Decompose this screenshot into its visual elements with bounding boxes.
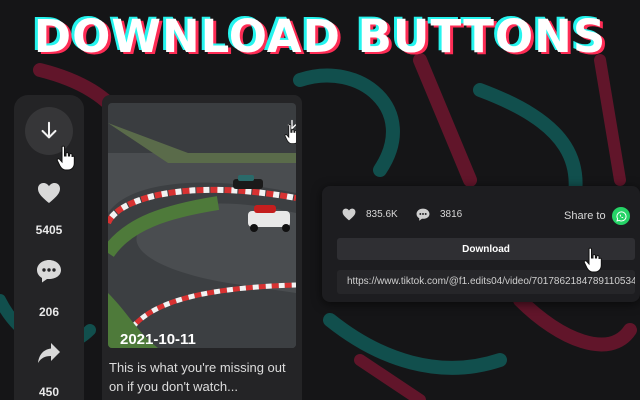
comment-button[interactable] <box>31 253 67 289</box>
video-card[interactable]: 2021-10-11 This is what you're missing o… <box>102 95 302 400</box>
download-arrow-icon <box>41 121 57 139</box>
comment-icon <box>37 260 61 283</box>
comments-count: 3816 <box>440 209 463 220</box>
video-caption: This is what you're missing out on if yo… <box>109 360 286 394</box>
thumbnail-download-button[interactable] <box>282 115 296 135</box>
whatsapp-icon <box>615 210 627 222</box>
likes-count: 835.6K <box>366 209 398 220</box>
likes-stat: 835.6K <box>342 208 398 221</box>
download-panel: 835.6K 3816 Share to Download https://ww… <box>322 186 640 302</box>
heart-icon <box>342 208 356 221</box>
video-url-field[interactable]: https://www.tiktok.com/@f1.edits04/video… <box>337 270 635 294</box>
comment-icon <box>416 208 430 221</box>
video-thumbnail[interactable]: 2021-10-11 <box>108 103 296 348</box>
video-date: 2021-10-11 <box>120 331 196 348</box>
share-button[interactable] <box>31 335 67 371</box>
share-arrow-icon <box>38 343 60 363</box>
download-button[interactable] <box>25 107 73 155</box>
heart-icon <box>38 183 60 203</box>
share-count: 450 <box>38 385 60 399</box>
race-track-image <box>108 103 296 348</box>
comment-count: 206 <box>38 305 60 319</box>
download-arrow-icon <box>287 119 296 130</box>
action-sidebar: 5405 206 450 <box>14 95 84 400</box>
page-title: DOWNLOAD BUTTONS <box>33 10 607 63</box>
whatsapp-share-button[interactable] <box>612 207 630 225</box>
comments-stat: 3816 <box>416 208 462 221</box>
share-to-label: Share to <box>564 210 606 222</box>
download-button[interactable]: Download <box>337 238 635 260</box>
like-button[interactable] <box>31 175 67 211</box>
like-count: 5405 <box>35 223 63 237</box>
